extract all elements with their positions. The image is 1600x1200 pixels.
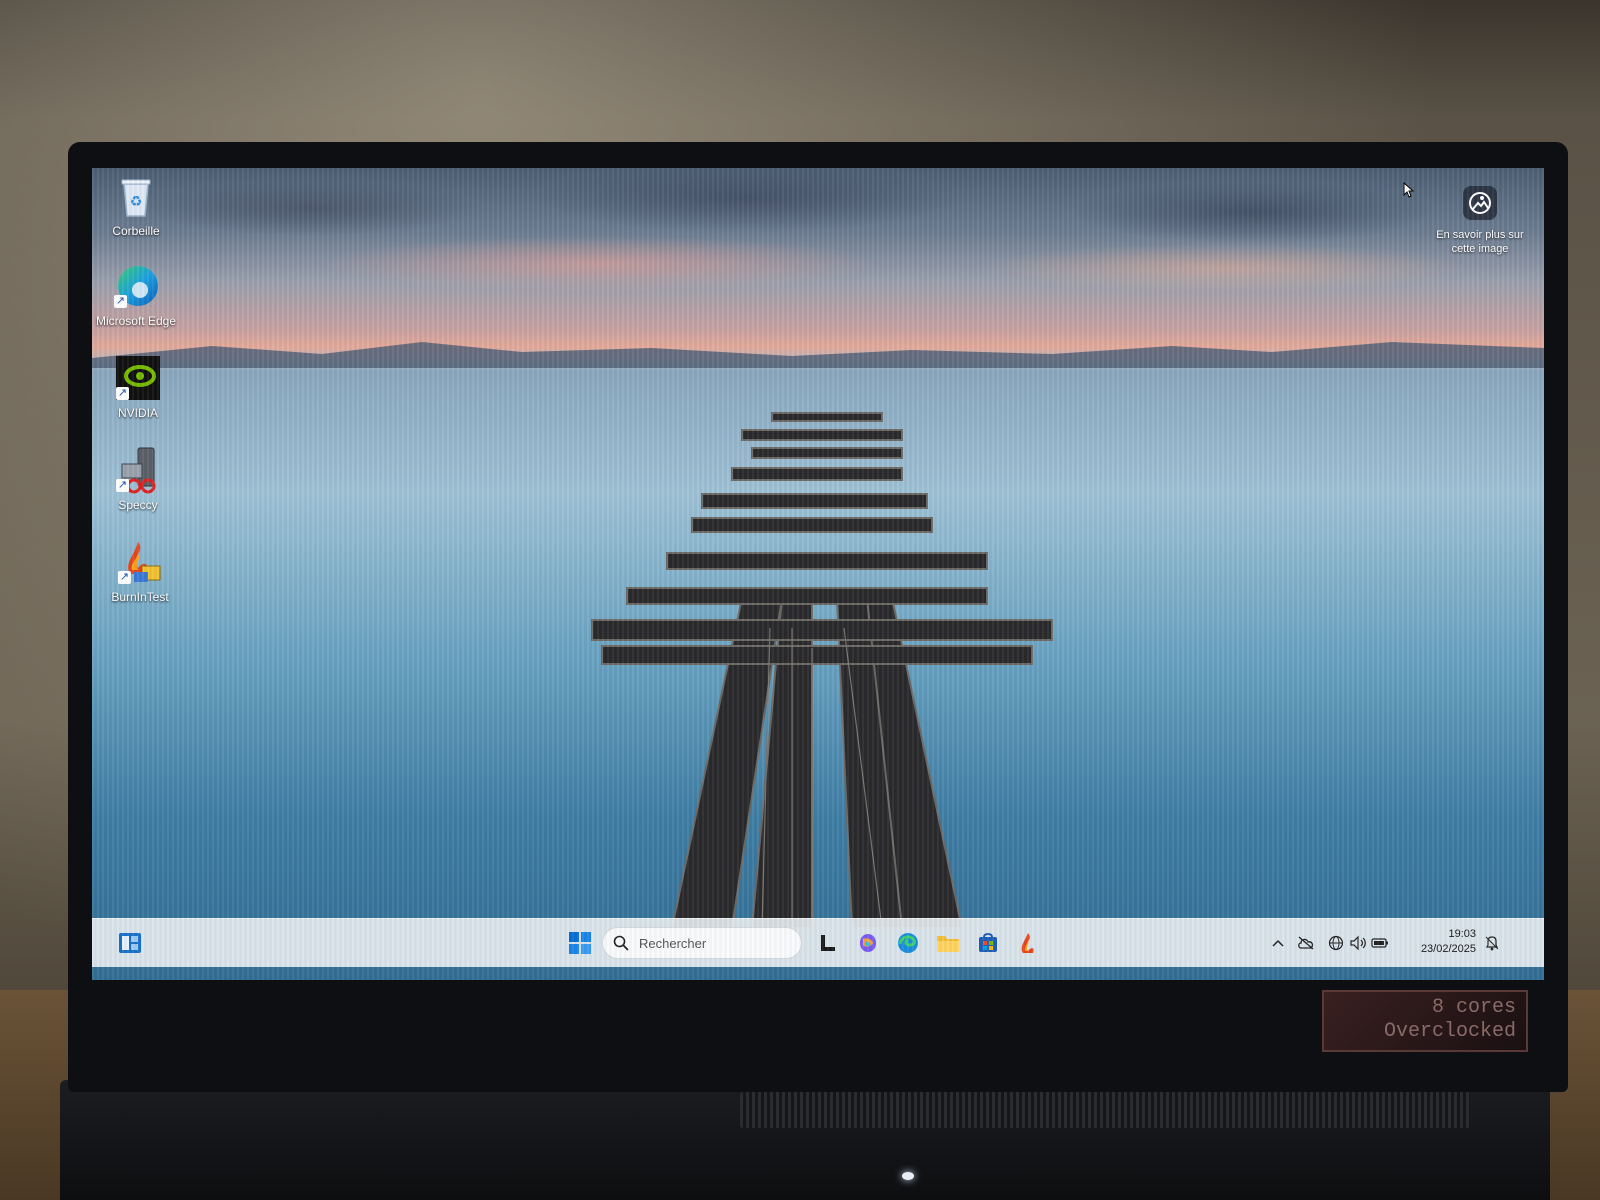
sticker-line-2: Overclocked [1383,1020,1516,1043]
desktop-icon-nvidia[interactable]: ↗ NVIDIA [92,354,188,420]
tray-overflow-chevron[interactable] [1268,933,1288,953]
tray-volume[interactable] [1348,933,1368,953]
edge-icon [898,933,918,953]
folder-icon [937,936,959,952]
desktop-icon-microsoft-edge[interactable]: ↗ Microsoft Edge [92,262,186,328]
desktop-icon-speccy[interactable]: ↗ Speccy [92,446,188,512]
tray-network[interactable] [1326,933,1346,953]
edge-icon: ↗ [112,262,160,310]
desktop-icon-label: Speccy [118,498,158,512]
clock-date: 23/02/2025 [1420,943,1476,955]
svg-text:♻: ♻ [130,194,143,210]
hardware-sticker: 8 cores Overclocked [1322,990,1528,1052]
recycle-bin-icon: ♻ [112,172,160,220]
desktop-screen: ♻ Corbeille ↗ Microsoft Edge ↗ NVIDIA ↗ … [92,168,1544,980]
taskbar-clock[interactable]: 19:03 23/02/2025 [1394,927,1476,957]
taskbar-app-l[interactable] [814,929,842,957]
desktop-icon-burnintest[interactable]: ↗ BurnInTest [92,538,190,604]
tray-battery[interactable] [1370,933,1390,953]
search-input[interactable] [637,934,791,952]
network-icon [1328,935,1344,951]
power-light [902,1172,914,1180]
learn-more-button[interactable]: En savoir plus sur cette image [1426,186,1534,256]
windows-start-icon [569,932,591,954]
taskbar: 19:03 23/02/2025 [92,918,1544,967]
sticker-line-1: 8 cores [1431,996,1516,1019]
spotlight-camera-icon [1463,186,1497,220]
volume-icon [1350,935,1366,951]
shortcut-arrow-icon: ↗ [114,295,127,308]
chevron-up-icon [1272,939,1284,947]
widgets-icon [119,933,141,953]
search-icon [613,935,629,951]
desktop-icon-corbeille[interactable]: ♻ Corbeille [92,172,186,238]
desktop-icon-label: NVIDIA [117,406,158,420]
desktop-icon-label: BurnInTest [111,590,169,604]
start-button[interactable] [566,929,594,957]
desktop-icon-label: Corbeille [112,224,160,238]
copilot-icon [860,934,876,952]
desktop-icon-label: Microsoft Edge [95,314,177,328]
speccy-icon: ↗ [114,446,162,494]
search-box[interactable] [602,927,802,959]
learn-more-label: En savoir plus sur cette image [1436,229,1524,255]
tray-cloud[interactable] [1296,933,1316,953]
taskbar-app-edge[interactable] [894,929,922,957]
taskbar-app-store[interactable] [974,929,1002,957]
taskbar-app-copilot[interactable] [854,929,882,957]
store-icon [979,933,997,952]
shortcut-arrow-icon: ↗ [118,571,131,584]
shortcut-arrow-icon: ↗ [116,387,129,400]
tray-notifications[interactable] [1482,933,1502,953]
shortcut-arrow-icon: ↗ [116,479,129,492]
l-app-icon [821,935,835,951]
widgets-button[interactable] [116,929,144,957]
battery-icon [1371,938,1388,948]
mouse-cursor-icon [1403,181,1415,203]
clock-time: 19:03 [1448,928,1476,940]
burnintest-icon [1021,933,1034,953]
taskbar-app-burnintest[interactable] [1014,929,1042,957]
notification-bell-icon [1485,936,1499,951]
cloud-off-icon [1298,936,1314,950]
nvidia-icon: ↗ [114,354,162,402]
taskbar-app-file-explorer[interactable] [934,929,962,957]
wallpaper-pier [591,412,1053,929]
burnintest-icon: ↗ [116,538,164,586]
laptop-vent [740,1092,1470,1128]
